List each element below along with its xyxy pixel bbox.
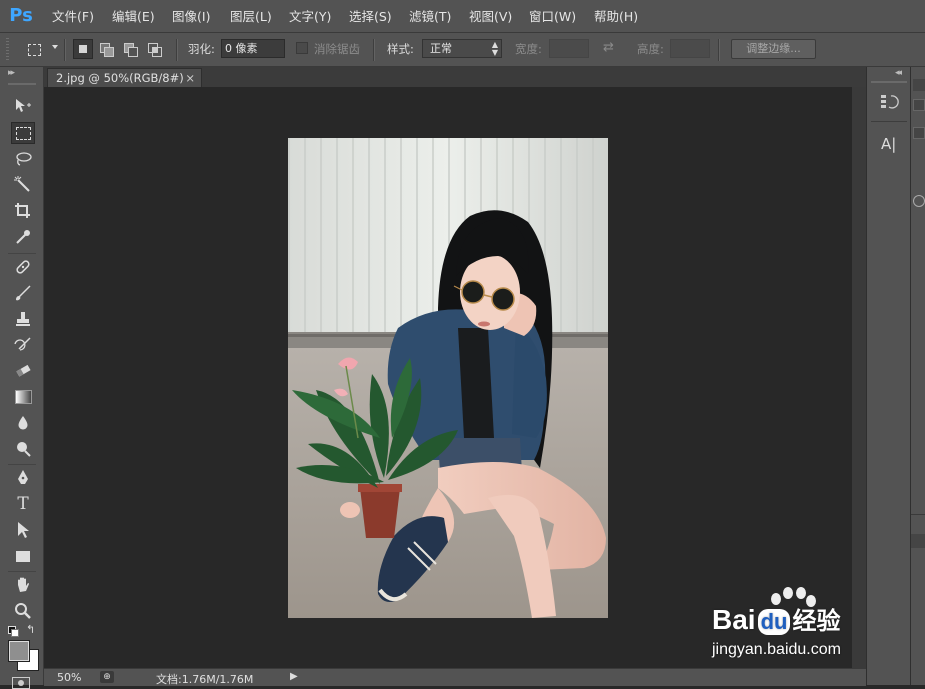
collapse-toolbar-icon[interactable]: ▸▸ [8, 68, 15, 78]
document-tab[interactable]: 2.jpg @ 50%(RGB/8#) × [47, 68, 202, 87]
brush-tool-icon[interactable] [11, 282, 35, 304]
type-tool-icon[interactable]: T [11, 493, 35, 515]
document-image [288, 138, 608, 618]
menu-filter[interactable]: 滤镜(T) [409, 8, 451, 26]
menu-select[interactable]: 选择(S) [349, 8, 392, 26]
document-tab-title: 2.jpg @ 50%(RGB/8#) [56, 71, 184, 85]
watermark-brand-cn: 经验 [792, 608, 841, 635]
menu-view[interactable]: 视图(V) [469, 8, 512, 26]
select-arrows-icon: ▲ ▼ [491, 40, 498, 57]
add-to-selection-icon[interactable] [97, 39, 117, 59]
options-bar: 羽化: 0 像素 消除锯齿 样式: 正常 ▲ ▼ 宽度: ⇄ 高度: 调整边缘..… [0, 33, 925, 67]
status-bar: 50% ⊕ 文档:1.76M/1.76M ▶ [44, 668, 866, 686]
refine-edge-button[interactable]: 调整边缘... [731, 39, 816, 59]
preset-dropdown-arrow-icon[interactable] [52, 45, 58, 49]
menu-image[interactable]: 图像(I) [172, 8, 210, 26]
default-colors-icon[interactable] [8, 626, 19, 637]
lasso-tool-icon[interactable] [11, 148, 35, 170]
hand-tool-icon[interactable] [11, 574, 35, 596]
options-bar-grip[interactable] [6, 38, 9, 62]
menu-edit[interactable]: 编辑(E) [112, 8, 155, 26]
move-tool-icon[interactable] [11, 95, 35, 117]
subtract-from-selection-icon[interactable] [121, 39, 141, 59]
gradient-tool-icon[interactable] [11, 386, 35, 408]
history-panel-icon[interactable] [879, 92, 899, 112]
watermark-brand-du: du [757, 609, 791, 635]
quick-mask-icon[interactable] [12, 677, 30, 689]
tools-panel: ▸▸ T ↰ [0, 67, 44, 689]
rectangular-marquee-tool-icon[interactable] [11, 122, 35, 144]
collapse-panels-icon[interactable]: ◂◂ [895, 68, 902, 78]
panel-group-edge [910, 67, 925, 685]
baidu-jingyan-watermark: Bai du 经验 jingyan.baidu.com [712, 585, 882, 665]
watermark-url: jingyan.baidu.com [712, 641, 841, 658]
spot-healing-brush-tool-icon[interactable] [11, 256, 35, 278]
status-menu-arrow-icon[interactable]: ▶ [290, 671, 298, 682]
menu-file[interactable]: 文件(F) [52, 8, 94, 26]
vertical-scrollbar[interactable] [852, 87, 866, 668]
new-selection-icon[interactable] [73, 39, 93, 59]
feather-label: 羽化: [188, 42, 215, 56]
zoom-tool-icon[interactable] [11, 600, 35, 622]
character-panel-icon[interactable]: A| [881, 135, 896, 153]
menu-help[interactable]: 帮助(H) [594, 8, 638, 26]
path-selection-tool-icon[interactable] [11, 519, 35, 541]
menu-layer[interactable]: 图层(L) [230, 8, 272, 26]
blur-tool-icon[interactable] [11, 412, 35, 434]
crop-tool-icon[interactable] [11, 200, 35, 222]
intersect-selection-icon[interactable] [145, 39, 165, 59]
eyedropper-tool-icon[interactable] [11, 226, 35, 248]
foreground-color-swatch[interactable] [8, 640, 30, 662]
height-input[interactable] [670, 39, 710, 58]
style-select[interactable]: 正常 ▲ ▼ [422, 39, 502, 58]
watermark-brand-latin: Bai [712, 604, 756, 635]
dodge-tool-icon[interactable] [11, 438, 35, 460]
rectangle-tool-icon[interactable] [11, 545, 35, 567]
status-info-icon[interactable]: ⊕ [100, 671, 114, 683]
swap-colors-icon[interactable]: ↰ [26, 623, 35, 636]
style-select-value: 正常 [430, 42, 452, 55]
magic-wand-tool-icon[interactable] [11, 174, 35, 196]
width-label: 宽度: [515, 42, 542, 56]
eraser-tool-icon[interactable] [11, 360, 35, 382]
antialias-checkbox[interactable] [296, 42, 308, 54]
close-tab-icon[interactable]: × [185, 69, 195, 87]
menu-type[interactable]: 文字(Y) [289, 8, 331, 26]
height-label: 高度: [637, 42, 664, 56]
photoshop-logo: Ps [9, 5, 33, 26]
marquee-tool-preset-icon[interactable] [24, 39, 44, 59]
feather-input[interactable]: 0 像素 [221, 39, 285, 58]
menu-bar: Ps 文件(F) 编辑(E) 图像(I) 图层(L) 文字(Y) 选择(S) 滤… [0, 0, 925, 33]
style-label: 样式: [387, 42, 414, 56]
antialias-label: 消除锯齿 [314, 42, 360, 56]
swap-dimensions-icon[interactable]: ⇄ [603, 40, 614, 55]
menu-window[interactable]: 窗口(W) [529, 8, 576, 26]
pen-tool-icon[interactable] [11, 467, 35, 489]
clone-stamp-tool-icon[interactable] [11, 308, 35, 330]
width-input[interactable] [549, 39, 589, 58]
zoom-level[interactable]: 50% [57, 671, 81, 684]
history-brush-tool-icon[interactable] [11, 334, 35, 356]
